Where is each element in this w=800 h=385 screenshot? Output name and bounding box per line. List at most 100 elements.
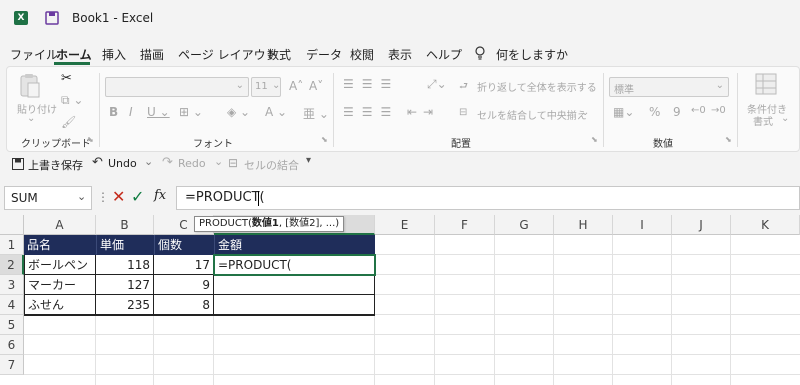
save-button[interactable]: 上書き保存 xyxy=(28,157,83,173)
cell-c1[interactable]: 個数 xyxy=(154,235,214,255)
tab-data[interactable]: データ xyxy=(306,46,342,63)
grow-font-icon[interactable]: A˄ xyxy=(289,79,303,93)
horizontal-align-icons[interactable]: ☰☰☰ xyxy=(343,105,399,119)
column-header-k[interactable]: K xyxy=(731,215,800,235)
cell-b1[interactable]: 単価 xyxy=(96,235,154,255)
redo-icon[interactable]: ↷ xyxy=(162,155,173,170)
cell-d3[interactable] xyxy=(214,276,375,295)
conditional-formatting-icon[interactable] xyxy=(755,73,777,95)
undo-dropdown-icon[interactable]: ⌄ xyxy=(144,155,153,168)
name-box[interactable]: SUM ⌄ xyxy=(4,186,92,210)
decrease-decimal-icon[interactable]: →0 xyxy=(711,105,726,116)
cell-c2[interactable]: 17 xyxy=(154,255,214,275)
tab-review[interactable]: 校閲 xyxy=(350,46,374,63)
bold-icon[interactable]: B xyxy=(109,105,118,119)
cell-d1[interactable]: 金額 xyxy=(214,235,375,255)
column-header-e[interactable]: E xyxy=(375,215,435,235)
paste-dropdown-icon[interactable]: ⌄ xyxy=(27,113,35,124)
currency-icon[interactable]: ▦⌄ xyxy=(613,105,634,119)
tab-file[interactable]: ファイル xyxy=(10,46,58,63)
borders-icon[interactable]: ⊞ ⌄ xyxy=(179,105,203,119)
save-icon[interactable] xyxy=(45,11,59,25)
copy-icon[interactable]: ⧉ ⌄ xyxy=(61,93,83,108)
clipboard-launcher-icon[interactable]: ⬊ xyxy=(87,135,94,144)
indent-icons[interactable]: ⇤⇥ xyxy=(407,105,439,119)
save-qat-icon[interactable] xyxy=(12,158,24,170)
cell-c3[interactable]: 9 xyxy=(154,275,214,295)
tab-formulas[interactable]: 数式 xyxy=(267,46,291,63)
column-header-i[interactable]: I xyxy=(613,215,672,235)
row-header-3[interactable]: 3 xyxy=(0,275,24,295)
column-header-h[interactable]: H xyxy=(554,215,613,235)
tooltip-function[interactable]: PRODUCT( xyxy=(199,218,252,229)
conditional-dropdown-icon[interactable]: ⌄ xyxy=(781,113,789,124)
insert-function-button[interactable]: fx xyxy=(154,188,166,203)
font-name-dropdown[interactable]: ⌄ xyxy=(105,77,249,97)
wrap-text-button[interactable]: 折り返して全体を表示する xyxy=(477,79,597,94)
italic-icon[interactable]: I xyxy=(129,105,133,119)
paste-icon[interactable] xyxy=(19,73,41,99)
enter-icon[interactable]: ✓ xyxy=(131,187,144,206)
tell-me-search[interactable]: 何をしますか xyxy=(496,46,568,63)
cell-a4[interactable]: ふせん xyxy=(24,295,96,315)
redo-button[interactable]: Redo xyxy=(178,157,206,170)
font-launcher-icon[interactable]: ⬊ xyxy=(321,135,328,144)
column-header-b[interactable]: B xyxy=(96,215,154,235)
underline-icon[interactable]: U ⌄ xyxy=(147,105,170,119)
tab-home[interactable]: ホーム xyxy=(56,46,92,63)
fill-color-icon[interactable]: ◈ ⌄ xyxy=(227,105,250,119)
active-cell-d2[interactable]: =PRODUCT( xyxy=(213,254,376,276)
undo-button[interactable]: Undo xyxy=(108,157,137,170)
orientation-icon[interactable]: ⤢⌄ xyxy=(427,77,447,92)
merge-cells-button[interactable]: セルの結合 xyxy=(244,157,299,173)
cell-b4[interactable]: 235 xyxy=(96,295,154,315)
row-header-5[interactable]: 5 xyxy=(0,315,24,335)
column-header-f[interactable]: F xyxy=(435,215,495,235)
row-header-1[interactable]: 1 xyxy=(0,235,24,255)
tab-insert[interactable]: 挿入 xyxy=(102,46,126,63)
tab-page-layout[interactable]: ページ レイアウト xyxy=(178,46,278,63)
column-header-a[interactable]: A xyxy=(24,215,96,235)
merge-cells-icon[interactable]: ⊟ xyxy=(228,156,238,170)
wrap-text-icon[interactable]: ⮐ xyxy=(459,79,468,96)
shrink-font-icon[interactable]: A˅ xyxy=(309,79,323,93)
cell-a1[interactable]: 品名 xyxy=(24,235,96,255)
phonetic-icon[interactable]: 亜 ⌄ xyxy=(303,105,329,122)
row-header-4[interactable]: 4 xyxy=(0,295,24,315)
customize-qat-icon[interactable]: ▾ xyxy=(306,155,311,166)
cut-icon[interactable]: ✂ xyxy=(61,71,72,86)
font-color-icon[interactable]: A ⌄ xyxy=(265,105,287,119)
row-header-7[interactable]: 7 xyxy=(0,355,24,375)
row-header-6[interactable]: 6 xyxy=(0,335,24,355)
formula-input[interactable]: =PRODUCT( xyxy=(176,186,800,210)
cancel-icon[interactable]: ✕ xyxy=(112,187,125,206)
conditional-formatting-label-2[interactable]: 書式 xyxy=(753,113,773,128)
cell-d4[interactable] xyxy=(214,295,375,315)
comma-style-icon[interactable]: 9 xyxy=(673,105,681,119)
undo-icon[interactable]: ↶ xyxy=(92,155,103,170)
cell-b2[interactable]: 118 xyxy=(96,255,154,275)
column-header-g[interactable]: G xyxy=(495,215,554,235)
tab-draw[interactable]: 描画 xyxy=(140,46,164,63)
cell-a3[interactable]: マーカー xyxy=(24,275,96,295)
font-size-dropdown[interactable]: 11 ⌄ xyxy=(251,77,281,97)
merge-center-button[interactable]: セルを結合して中央揃え xyxy=(477,107,587,122)
number-format-dropdown[interactable]: 標準 ⌄ xyxy=(609,77,729,97)
number-launcher-icon[interactable]: ⬊ xyxy=(725,135,732,144)
merge-center-icon[interactable]: ⊟ xyxy=(459,107,467,118)
cell-a2[interactable]: ボールペン xyxy=(24,255,96,275)
row-header-2[interactable]: 2 xyxy=(0,255,24,275)
name-box-dropdown-icon[interactable]: ⌄ xyxy=(77,190,86,203)
column-header-j[interactable]: J xyxy=(672,215,731,235)
cell-c4[interactable]: 8 xyxy=(154,295,214,315)
vertical-align-icons[interactable]: ☰☰☰ xyxy=(343,77,399,91)
merge-dropdown-icon[interactable]: ⌄ xyxy=(581,107,589,118)
increase-decimal-icon[interactable]: ←0 xyxy=(691,105,706,116)
cell-b3[interactable]: 127 xyxy=(96,275,154,295)
format-painter-icon[interactable]: 🖌 xyxy=(61,115,76,129)
tab-help[interactable]: ヘルプ xyxy=(426,46,462,63)
percent-icon[interactable]: % xyxy=(649,105,660,119)
select-all-corner[interactable] xyxy=(0,215,24,235)
alignment-launcher-icon[interactable]: ⬊ xyxy=(591,135,598,144)
more-options-icon[interactable]: ⋮ xyxy=(97,190,109,204)
